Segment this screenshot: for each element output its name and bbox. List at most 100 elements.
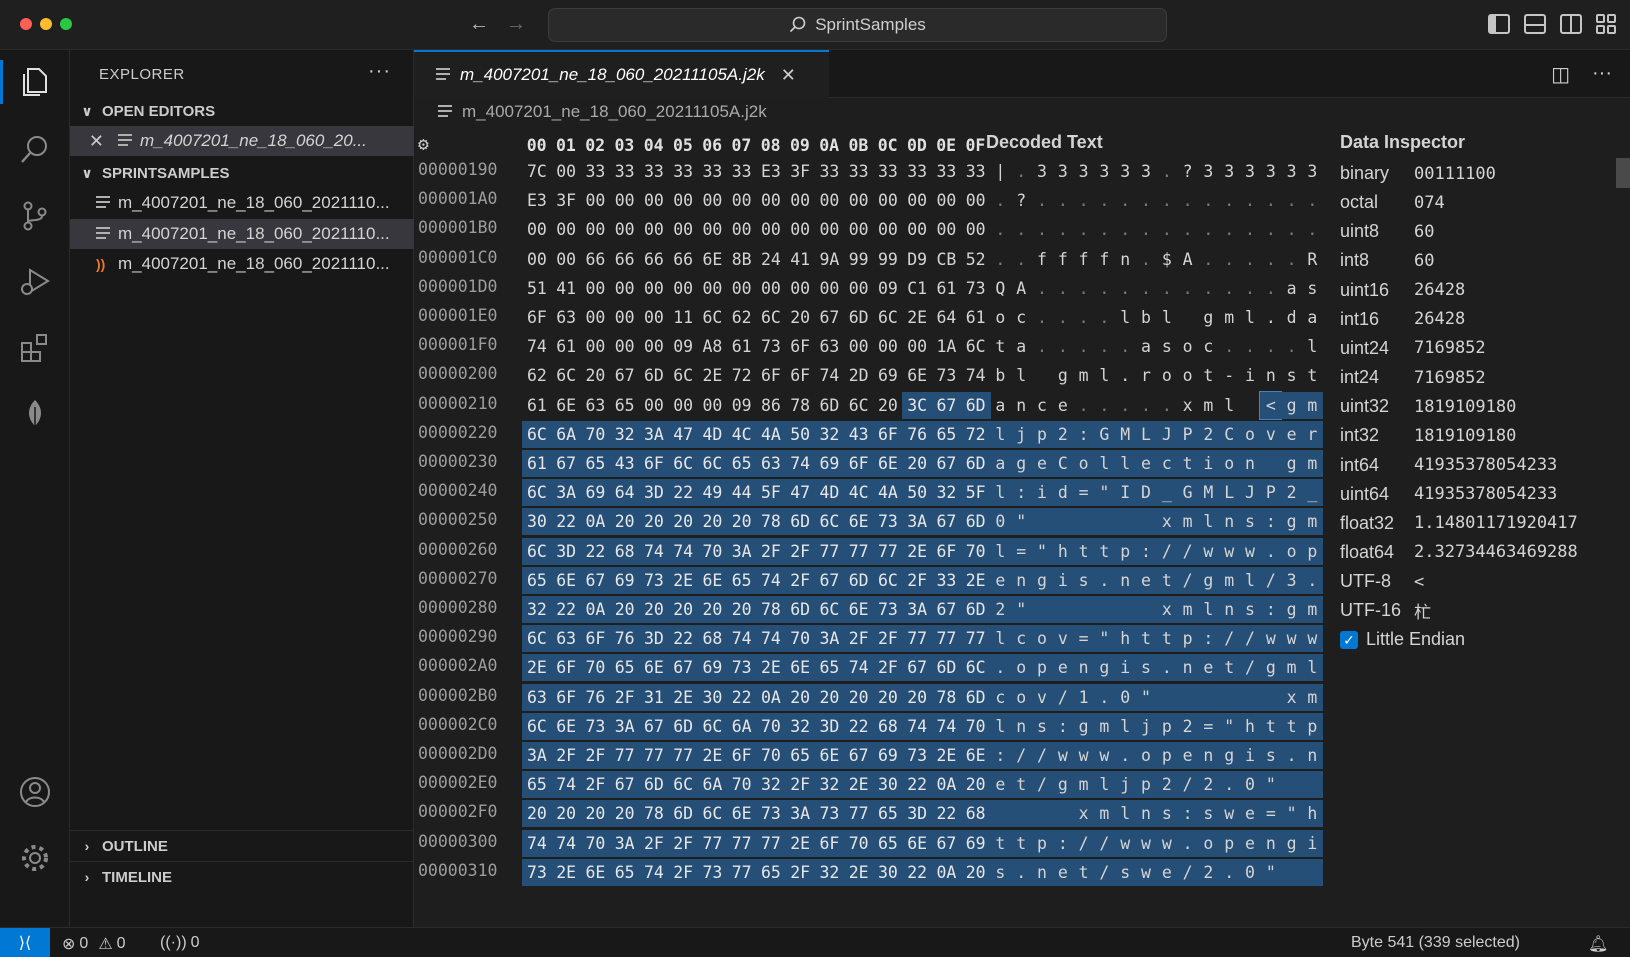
decoded-char[interactable]: " bbox=[1031, 537, 1053, 565]
decoded-char[interactable]: t bbox=[1218, 654, 1240, 682]
decoded-char[interactable] bbox=[1031, 596, 1053, 623]
hex-byte[interactable]: 67 bbox=[931, 508, 962, 536]
decoded-char[interactable]: . bbox=[1073, 304, 1094, 331]
decoded-char[interactable]: e bbox=[1052, 654, 1074, 682]
hex-byte[interactable]: 72 bbox=[960, 420, 991, 448]
decoded-char[interactable]: x bbox=[1156, 508, 1178, 536]
decoded-char[interactable]: p bbox=[1302, 537, 1323, 565]
hex-byte[interactable]: 33 bbox=[902, 158, 932, 185]
hex-byte[interactable]: 33 bbox=[844, 158, 874, 185]
hex-byte[interactable]: 32 bbox=[814, 858, 845, 886]
decoded-char[interactable]: 3 bbox=[1198, 158, 1219, 185]
hex-byte[interactable]: 70 bbox=[580, 829, 611, 857]
hex-byte[interactable]: 00 bbox=[756, 216, 786, 243]
hex-byte[interactable]: 61 bbox=[522, 392, 552, 419]
decoded-char[interactable]: c bbox=[1198, 333, 1219, 360]
decoded-char[interactable]: p bbox=[1031, 829, 1053, 857]
decoded-char[interactable]: Q bbox=[990, 275, 1011, 302]
hex-byte[interactable]: 00 bbox=[610, 304, 640, 331]
hex-byte[interactable]: 6C bbox=[960, 654, 991, 682]
hex-byte[interactable]: 22 bbox=[902, 771, 932, 799]
decoded-char[interactable]: 0 bbox=[1239, 858, 1261, 886]
hex-byte[interactable]: 0A bbox=[931, 771, 962, 799]
hex-byte[interactable]: 78 bbox=[931, 683, 962, 711]
hex-byte[interactable]: 20 bbox=[785, 683, 815, 711]
back-arrow-icon[interactable]: ← bbox=[466, 11, 492, 37]
split-editor-icon[interactable]: ◫ bbox=[1551, 62, 1570, 87]
hex-byte[interactable]: 4C bbox=[843, 479, 874, 507]
hex-byte[interactable]: 32 bbox=[609, 420, 640, 448]
decoded-char[interactable]: d bbox=[1281, 304, 1302, 331]
decoded-char[interactable]: . bbox=[1177, 275, 1198, 302]
decoded-char[interactable]: 2 bbox=[1052, 420, 1074, 448]
decoded-char[interactable]: s bbox=[1156, 333, 1177, 360]
decoded-char[interactable]: 2 bbox=[1177, 712, 1198, 740]
hex-byte[interactable]: 00 bbox=[815, 216, 845, 243]
hex-byte[interactable]: 31 bbox=[639, 683, 669, 711]
decoded-char[interactable]: g bbox=[1031, 566, 1053, 594]
decoded-char[interactable] bbox=[1260, 683, 1282, 711]
hex-byte[interactable]: D9 bbox=[902, 246, 932, 273]
hex-byte[interactable]: 3A bbox=[726, 537, 757, 565]
hex-byte[interactable]: 2E bbox=[843, 771, 874, 799]
hex-byte[interactable]: 33 bbox=[961, 158, 991, 185]
hex-byte[interactable]: 74 bbox=[756, 625, 786, 653]
decoded-char[interactable]: d bbox=[1052, 479, 1074, 507]
decoded-char[interactable]: w bbox=[1135, 858, 1157, 886]
hex-byte[interactable]: 09 bbox=[668, 333, 698, 360]
decoded-char[interactable] bbox=[1177, 304, 1198, 331]
decoded-char[interactable]: s bbox=[1239, 508, 1261, 536]
hex-byte[interactable]: 74 bbox=[961, 362, 991, 389]
hex-byte[interactable]: 2E bbox=[668, 683, 698, 711]
decoded-char[interactable]: l bbox=[1094, 450, 1115, 477]
decoded-char[interactable]: . bbox=[1073, 333, 1094, 360]
little-endian-checkbox[interactable]: ✓ Little Endian bbox=[1340, 625, 1630, 654]
decoded-char[interactable]: . bbox=[1198, 187, 1219, 214]
gear-icon[interactable]: ⚙ bbox=[418, 134, 429, 155]
hex-row[interactable]: 000001B0 00. 00. 00. 00. 00. 00. 00. 00. 00. 00. 00… bbox=[414, 214, 1330, 243]
hex-byte[interactable]: 77 bbox=[639, 742, 669, 769]
hex-byte[interactable]: 2E bbox=[785, 829, 815, 857]
decoded-char[interactable]: . bbox=[1302, 187, 1323, 214]
decoded-char[interactable]: 2 bbox=[990, 596, 1011, 623]
hex-byte[interactable]: 69 bbox=[697, 654, 728, 682]
hex-byte[interactable]: 70 bbox=[960, 537, 991, 565]
hex-byte[interactable]: 78 bbox=[756, 508, 786, 536]
decoded-char[interactable] bbox=[1239, 683, 1261, 711]
hex-byte[interactable]: 2E bbox=[843, 858, 874, 886]
hex-byte[interactable]: 44 bbox=[726, 479, 757, 507]
decoded-char[interactable]: l bbox=[990, 420, 1011, 448]
decoded-char[interactable]: 3 bbox=[1115, 158, 1136, 185]
decoded-char[interactable]: M bbox=[1114, 420, 1136, 448]
decoded-char[interactable]: v bbox=[1260, 420, 1282, 448]
decoded-char[interactable]: t bbox=[1073, 858, 1094, 886]
decoded-char[interactable]: . bbox=[990, 216, 1011, 243]
decoded-char[interactable]: n bbox=[1073, 654, 1094, 682]
hex-byte[interactable]: 73 bbox=[726, 654, 757, 682]
decoded-char[interactable]: j bbox=[1010, 420, 1032, 448]
hex-byte[interactable]: 00 bbox=[639, 304, 669, 331]
hex-byte[interactable]: 00 bbox=[815, 187, 845, 214]
hex-byte[interactable]: 63 bbox=[581, 392, 611, 419]
hex-byte[interactable]: 63 bbox=[551, 304, 581, 331]
decoded-char[interactable]: e bbox=[1239, 800, 1261, 828]
decoded-char[interactable]: c bbox=[990, 683, 1011, 711]
decoded-char[interactable]: / bbox=[1156, 537, 1178, 565]
decoded-char[interactable]: a bbox=[1011, 333, 1032, 360]
decoded-char[interactable]: I bbox=[1114, 479, 1136, 507]
hex-row[interactable]: 00000290 6C l 63 c 6F o 76 v 3D = 22 " 68 h 74 t 74 t 70 p 3A… bbox=[414, 623, 1330, 653]
file-item[interactable]: m_4007201_ne_18_060_2021110... bbox=[70, 188, 414, 218]
hex-byte[interactable]: 2E bbox=[697, 742, 728, 769]
decoded-char[interactable]: s bbox=[1281, 362, 1302, 389]
hex-byte[interactable]: 00 bbox=[844, 216, 874, 243]
decoded-char[interactable]: g bbox=[1281, 508, 1302, 536]
hex-row[interactable]: 00000250 30 0 22 " 0A 20 20 20 20 20 78 x 6D m 6C… bbox=[414, 506, 1330, 536]
decoded-char[interactable]: p bbox=[1156, 712, 1178, 740]
decoded-char[interactable]: e bbox=[1052, 858, 1074, 886]
hex-byte[interactable]: 6E bbox=[580, 858, 611, 886]
hex-row[interactable]: 00000220 6C l 6A j 70 p 32 2 3A: 47 G 4D M 4C L 4A J 50 P 32… bbox=[414, 419, 1330, 448]
decoded-char[interactable]: m bbox=[1281, 654, 1302, 682]
decoded-char[interactable]: . bbox=[1156, 216, 1177, 243]
decoded-char[interactable]: . bbox=[1218, 771, 1240, 799]
decoded-char[interactable]: _ bbox=[1156, 479, 1178, 507]
